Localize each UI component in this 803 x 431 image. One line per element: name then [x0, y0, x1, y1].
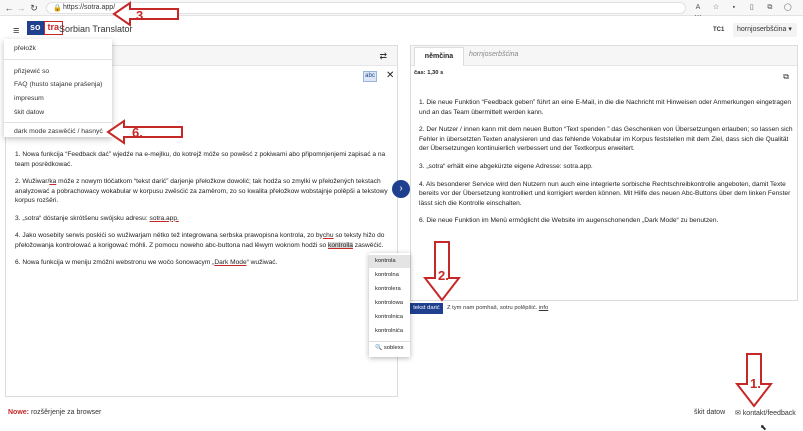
- donate-note: Z tym nam pomhaš, sotru polěpšić. info: [447, 305, 549, 311]
- translation-time: čas: 1,30 s: [414, 70, 444, 76]
- source-paragraph: 1. Nowa funkcija “Feedback dać” wjedźe n…: [15, 151, 386, 168]
- extension-icon[interactable]: ▪: [726, 4, 742, 11]
- tc1-badge[interactable]: TC1: [713, 27, 724, 33]
- split-icon[interactable]: ▯: [744, 3, 760, 11]
- target-paragraph: 3. „sotra“ erhält eine abgekürzte eigene…: [419, 162, 593, 170]
- ui-language-select[interactable]: hornjoserbšćina ▾: [733, 23, 797, 37]
- info-link[interactable]: info: [539, 305, 548, 311]
- menu-item-faq[interactable]: FAQ (husto stajane prašenja): [14, 81, 102, 88]
- clear-text-icon[interactable]: ✕: [386, 70, 394, 81]
- lock-icon: 🔒: [53, 5, 62, 12]
- spelling-suggestions: kontrola kontrolna kontrolera kontrolowa…: [369, 253, 410, 357]
- target-language-tabs: němčina hornjoserbšćina: [411, 46, 797, 66]
- profile-icon[interactable]: ◯: [780, 3, 796, 11]
- swap-languages-icon[interactable]: ⇄: [379, 51, 387, 62]
- footer-privacy-link[interactable]: škit datow: [694, 409, 725, 416]
- logo-so: so: [27, 21, 44, 35]
- source-paragraph: 6. Nowa funkcija w meniju zmóžni webstro…: [15, 259, 278, 266]
- footer-news: Nowe: rozšěrjenje za browser: [8, 409, 102, 416]
- callout-arrow-6: [106, 119, 183, 145]
- hamburger-menu-icon[interactable]: ≡: [13, 25, 19, 37]
- footer-contact-link[interactable]: ✉ kontakt/feedback: [735, 409, 796, 417]
- menu-item-login[interactable]: přizjewić so: [14, 68, 49, 75]
- favorite-icon[interactable]: ☆: [708, 3, 724, 11]
- donate-text-button[interactable]: tekst darić: [410, 303, 443, 314]
- target-paragraph: 4. Als besonderer Service wird den Nutze…: [419, 180, 791, 207]
- target-paragraph: 6. Die neue Funktion im Menü ermöglicht …: [419, 217, 719, 225]
- suggestion-item[interactable]: kontrolera: [369, 283, 410, 296]
- suggestion-item[interactable]: kontrola: [369, 255, 410, 268]
- sotra-logo[interactable]: so tra: [27, 21, 64, 35]
- menu-divider: [4, 122, 112, 123]
- suggestion-item[interactable]: kontrolowa: [369, 297, 410, 310]
- target-paragraph: 2. Der Nutzer / innen kann mit dem neuen…: [419, 126, 793, 153]
- tab-upper-sorbian[interactable]: hornjoserbšćina: [469, 51, 518, 58]
- source-paragraph: 3. „sotra“ dóstanje skrótšenu swójsku ad…: [15, 214, 179, 222]
- callout-label-6: 6.: [132, 125, 143, 140]
- callout-label-3: 3.: [136, 8, 147, 23]
- tab-german[interactable]: němčina: [414, 47, 464, 66]
- menu-item-imprint[interactable]: impresum: [14, 95, 44, 102]
- target-text: 1. Die neue Funktion “Feedback geben” fü…: [419, 98, 793, 234]
- suggestion-item[interactable]: kontrolnića: [369, 325, 410, 338]
- callout-label-2: 2.: [438, 268, 449, 283]
- spelling-error[interactable]: Dark Mode: [214, 259, 246, 266]
- browser-extension-link[interactable]: rozšěrjenje za browser: [29, 409, 101, 416]
- menu-item-privacy[interactable]: škit datow: [14, 109, 44, 116]
- back-icon[interactable]: ←: [4, 3, 14, 13]
- spellcheck-icon[interactable]: abc: [363, 71, 377, 82]
- menu-item-dark-mode[interactable]: dark mode zaswěćić / hasnyć: [14, 128, 103, 135]
- copy-icon[interactable]: ⧉: [783, 72, 789, 82]
- address-url: https://sotra.app/: [63, 4, 116, 11]
- target-panel: němčina hornjoserbšćina čas: 1,30 s ⧉ 1.…: [410, 45, 798, 301]
- mouse-cursor-icon: ⬉: [760, 423, 767, 431]
- reload-icon[interactable]: ↻: [29, 3, 39, 13]
- source-textarea[interactable]: 1. Nowa funkcija “Feedback dać” wjedźe n…: [15, 150, 392, 276]
- source-paragraph: 4. Jako wosebity serwis poskići so wužiw…: [15, 232, 385, 249]
- forward-icon[interactable]: →: [16, 3, 26, 13]
- main-menu-dropdown: přełožk přizjewić so FAQ (husto stajane …: [4, 39, 112, 137]
- suggestion-item[interactable]: kontrolna: [369, 269, 410, 282]
- spelling-error[interactable]: sotra.app.: [150, 215, 179, 222]
- suggestion-item[interactable]: kontrolnica: [369, 311, 410, 324]
- suggestion-dictionary[interactable]: 🔍 soblexx: [369, 341, 410, 354]
- search-icon: 🔍: [375, 345, 384, 351]
- translate-arrow-button[interactable]: ›: [392, 180, 410, 198]
- target-paragraph: 1. Die neue Funktion “Feedback geben” fü…: [419, 99, 792, 116]
- callout-label-1: 1.: [750, 376, 761, 391]
- menu-divider: [4, 59, 112, 60]
- read-aloud-icon[interactable]: A: [690, 4, 706, 11]
- source-paragraph: 2. Wužiwar/ka móže z nowym tłóčatkom “te…: [15, 178, 388, 204]
- collections-icon[interactable]: ⧉: [762, 4, 778, 12]
- menu-item-translator[interactable]: přełožk: [14, 45, 36, 52]
- spelling-error[interactable]: chu: [323, 232, 334, 239]
- spelling-error-selected[interactable]: kontrolla: [328, 241, 353, 249]
- browser-extension-icons: A ☆ ▪ ▯ ⧉ ◯ ⋯: [690, 3, 803, 20]
